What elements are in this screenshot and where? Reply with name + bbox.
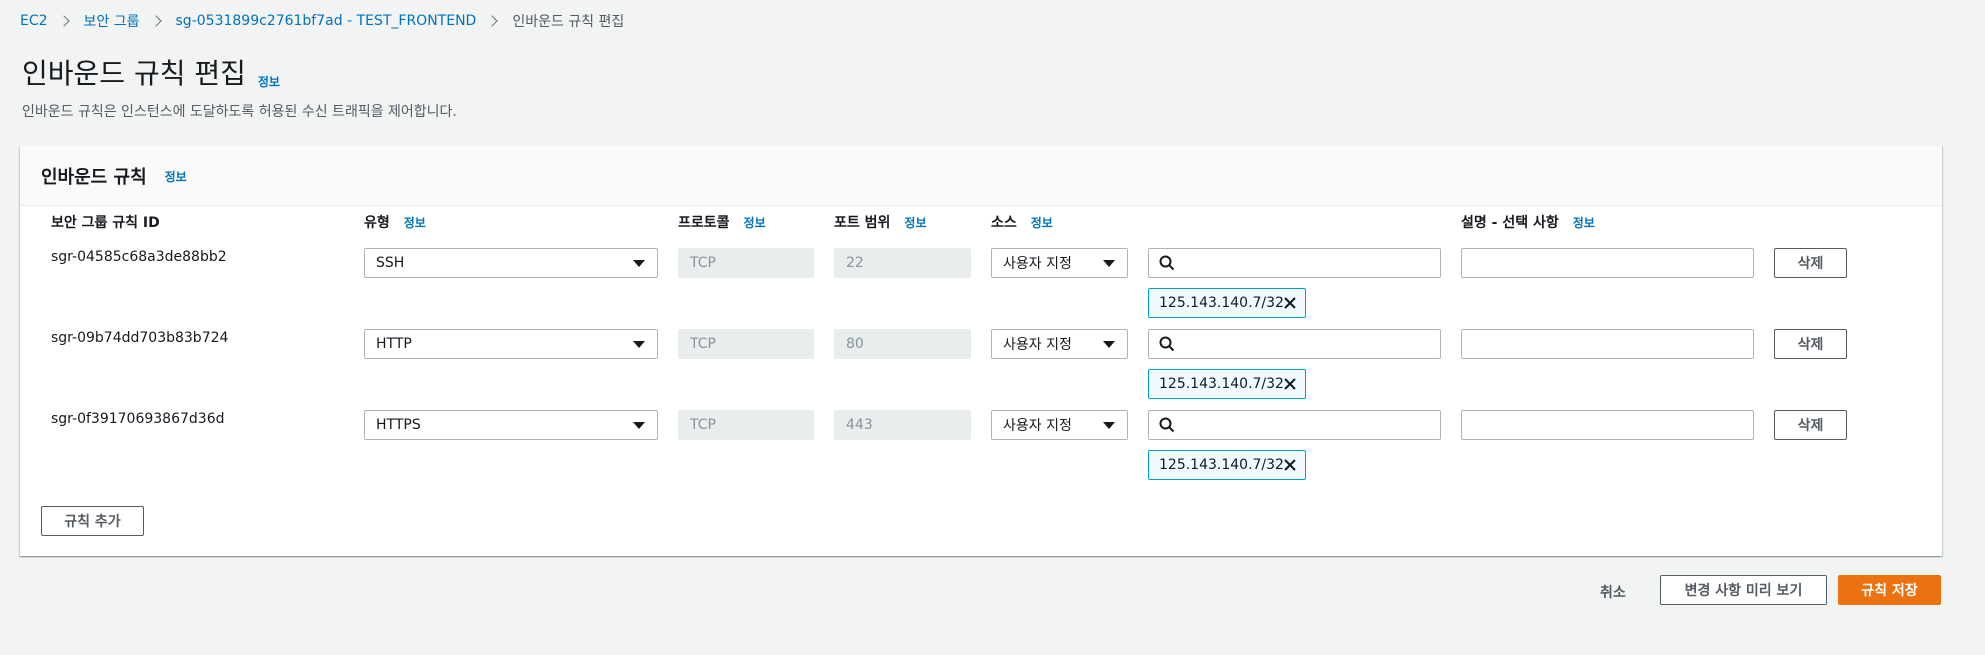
port-range-value: 22: [846, 255, 864, 271]
source-cidr-token: 125.143.140.7/32: [1148, 369, 1306, 399]
delete-rule-button[interactable]: 삭제: [1774, 248, 1847, 278]
breadcrumb-ec2[interactable]: EC2: [20, 13, 48, 29]
panel-header: 인바운드 규칙 정보: [20, 146, 1942, 206]
chevron-right-icon: [149, 15, 162, 27]
col-header-port-range: 포트 범위 정보: [834, 212, 927, 232]
source-type-value: 사용자 지정: [1003, 256, 1072, 272]
source-cidr-token: 125.143.140.7/32: [1148, 450, 1306, 480]
rule-description-input[interactable]: [1461, 410, 1754, 440]
source-type-value: 사용자 지정: [1003, 418, 1072, 434]
chevron-right-icon: [486, 15, 498, 27]
col-header-description-label: 설명 - 선택 사항: [1461, 215, 1559, 231]
page-title: 인바운드 규칙 편집: [22, 57, 246, 90]
close-icon[interactable]: [1283, 296, 1297, 310]
port-range-field: 22: [834, 248, 971, 278]
source-cidr-token: 125.143.140.7/32: [1148, 288, 1306, 318]
panel-title: 인바운드 규칙: [41, 167, 147, 188]
rule-id: sgr-09b74dd703b83b724: [51, 330, 229, 346]
rule-type-select[interactable]: HTTP: [364, 329, 658, 359]
source-search-input[interactable]: [1148, 410, 1441, 440]
source-search-input[interactable]: [1148, 329, 1441, 359]
rule-id: sgr-04585c68a3de88bb2: [51, 249, 227, 265]
protocol-value: TCP: [690, 417, 716, 433]
col-header-protocol: 프로토콜 정보: [678, 212, 766, 232]
rule-id: sgr-0f39170693867d36d: [51, 411, 225, 427]
port-range-field: 80: [834, 329, 971, 359]
breadcrumb: EC2 보안 그룹 sg-0531899c2761bf7ad - TEST_FR…: [20, 12, 624, 30]
cancel-button[interactable]: 취소: [1600, 582, 1626, 602]
port-range-value: 443: [846, 417, 873, 433]
breadcrumb-security-groups[interactable]: 보안 그룹: [84, 11, 140, 31]
search-icon: [1159, 417, 1175, 433]
source-info-link[interactable]: 정보: [1031, 214, 1053, 231]
rule-description-input[interactable]: [1461, 329, 1754, 359]
rule-type-select[interactable]: SSH: [364, 248, 658, 278]
protocol-field: TCP: [678, 410, 814, 440]
protocol-value: TCP: [690, 336, 716, 352]
description-info-link[interactable]: 정보: [1573, 214, 1595, 231]
port-range-info-link[interactable]: 정보: [904, 214, 926, 231]
caret-down-icon: [1103, 341, 1115, 348]
col-header-source-label: 소스: [991, 215, 1017, 231]
col-header-type: 유형 정보: [364, 212, 426, 232]
protocol-field: TCP: [678, 248, 814, 278]
type-info-link[interactable]: 정보: [404, 214, 426, 231]
close-icon[interactable]: [1283, 377, 1297, 391]
inbound-rules-panel: 인바운드 규칙 정보 보안 그룹 규칙 ID 유형 정보 프로토콜 정보 포트 …: [20, 146, 1942, 556]
source-search-input[interactable]: [1148, 248, 1441, 278]
col-header-rule-id: 보안 그룹 규칙 ID: [51, 212, 160, 232]
rule-type-value: SSH: [376, 255, 405, 271]
rule-type-select[interactable]: HTTPS: [364, 410, 658, 440]
col-header-description: 설명 - 선택 사항 정보: [1461, 212, 1595, 232]
delete-rule-button[interactable]: 삭제: [1774, 410, 1847, 440]
source-type-value: 사용자 지정: [1003, 337, 1072, 353]
source-cidr-value: 125.143.140.7/32: [1159, 295, 1284, 311]
source-cidr-value: 125.143.140.7/32: [1159, 457, 1284, 473]
col-header-port-range-label: 포트 범위: [834, 215, 891, 231]
caret-down-icon: [633, 341, 645, 348]
panel-title-container: 인바운드 규칙 정보: [41, 163, 187, 189]
page-description: 인바운드 규칙은 인스턴스에 도달하도록 허용된 수신 트래픽을 제어합니다.: [22, 104, 457, 120]
col-header-rule-id-label: 보안 그룹 규칙 ID: [51, 215, 160, 231]
source-type-select[interactable]: 사용자 지정: [991, 329, 1128, 359]
protocol-value: TCP: [690, 255, 716, 271]
panel-info-link[interactable]: 정보: [165, 168, 187, 185]
delete-rule-button[interactable]: 삭제: [1774, 329, 1847, 359]
caret-down-icon: [1103, 260, 1115, 267]
caret-down-icon: [633, 260, 645, 267]
preview-changes-button[interactable]: 변경 사항 미리 보기: [1660, 575, 1827, 605]
port-range-value: 80: [846, 336, 864, 352]
close-icon[interactable]: [1283, 458, 1297, 472]
rule-type-value: HTTPS: [376, 417, 421, 433]
save-rules-button[interactable]: 규칙 저장: [1838, 575, 1941, 605]
add-rule-button[interactable]: 규칙 추가: [41, 506, 144, 536]
search-icon: [1159, 255, 1175, 271]
rule-type-value: HTTP: [376, 336, 412, 352]
page-info-link[interactable]: 정보: [258, 73, 280, 90]
rule-description-input[interactable]: [1461, 248, 1754, 278]
source-type-select[interactable]: 사용자 지정: [991, 248, 1128, 278]
page-header: 인바운드 규칙 편집 정보: [22, 52, 280, 92]
protocol-field: TCP: [678, 329, 814, 359]
caret-down-icon: [1103, 422, 1115, 429]
breadcrumb-security-group[interactable]: sg-0531899c2761bf7ad - TEST_FRONTEND: [176, 13, 477, 29]
source-cidr-value: 125.143.140.7/32: [1159, 376, 1284, 392]
col-header-source: 소스 정보: [991, 212, 1053, 232]
source-type-select[interactable]: 사용자 지정: [991, 410, 1128, 440]
chevron-right-icon: [57, 15, 70, 27]
protocol-info-link[interactable]: 정보: [744, 214, 766, 231]
caret-down-icon: [633, 422, 645, 429]
port-range-field: 443: [834, 410, 971, 440]
col-header-type-label: 유형: [364, 215, 390, 231]
breadcrumb-current: 인바운드 규칙 편집: [512, 14, 625, 30]
search-icon: [1159, 336, 1175, 352]
col-header-protocol-label: 프로토콜: [678, 215, 730, 231]
